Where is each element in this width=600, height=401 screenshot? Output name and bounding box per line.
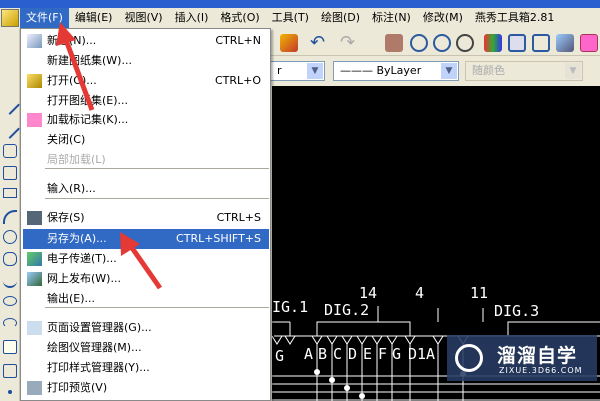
- arrow-to-file-menu: [63, 39, 95, 111]
- arrow-to-save-as: [127, 243, 163, 290]
- arrow-head-icon: [56, 22, 76, 46]
- annotation-arrows: [56, 22, 163, 290]
